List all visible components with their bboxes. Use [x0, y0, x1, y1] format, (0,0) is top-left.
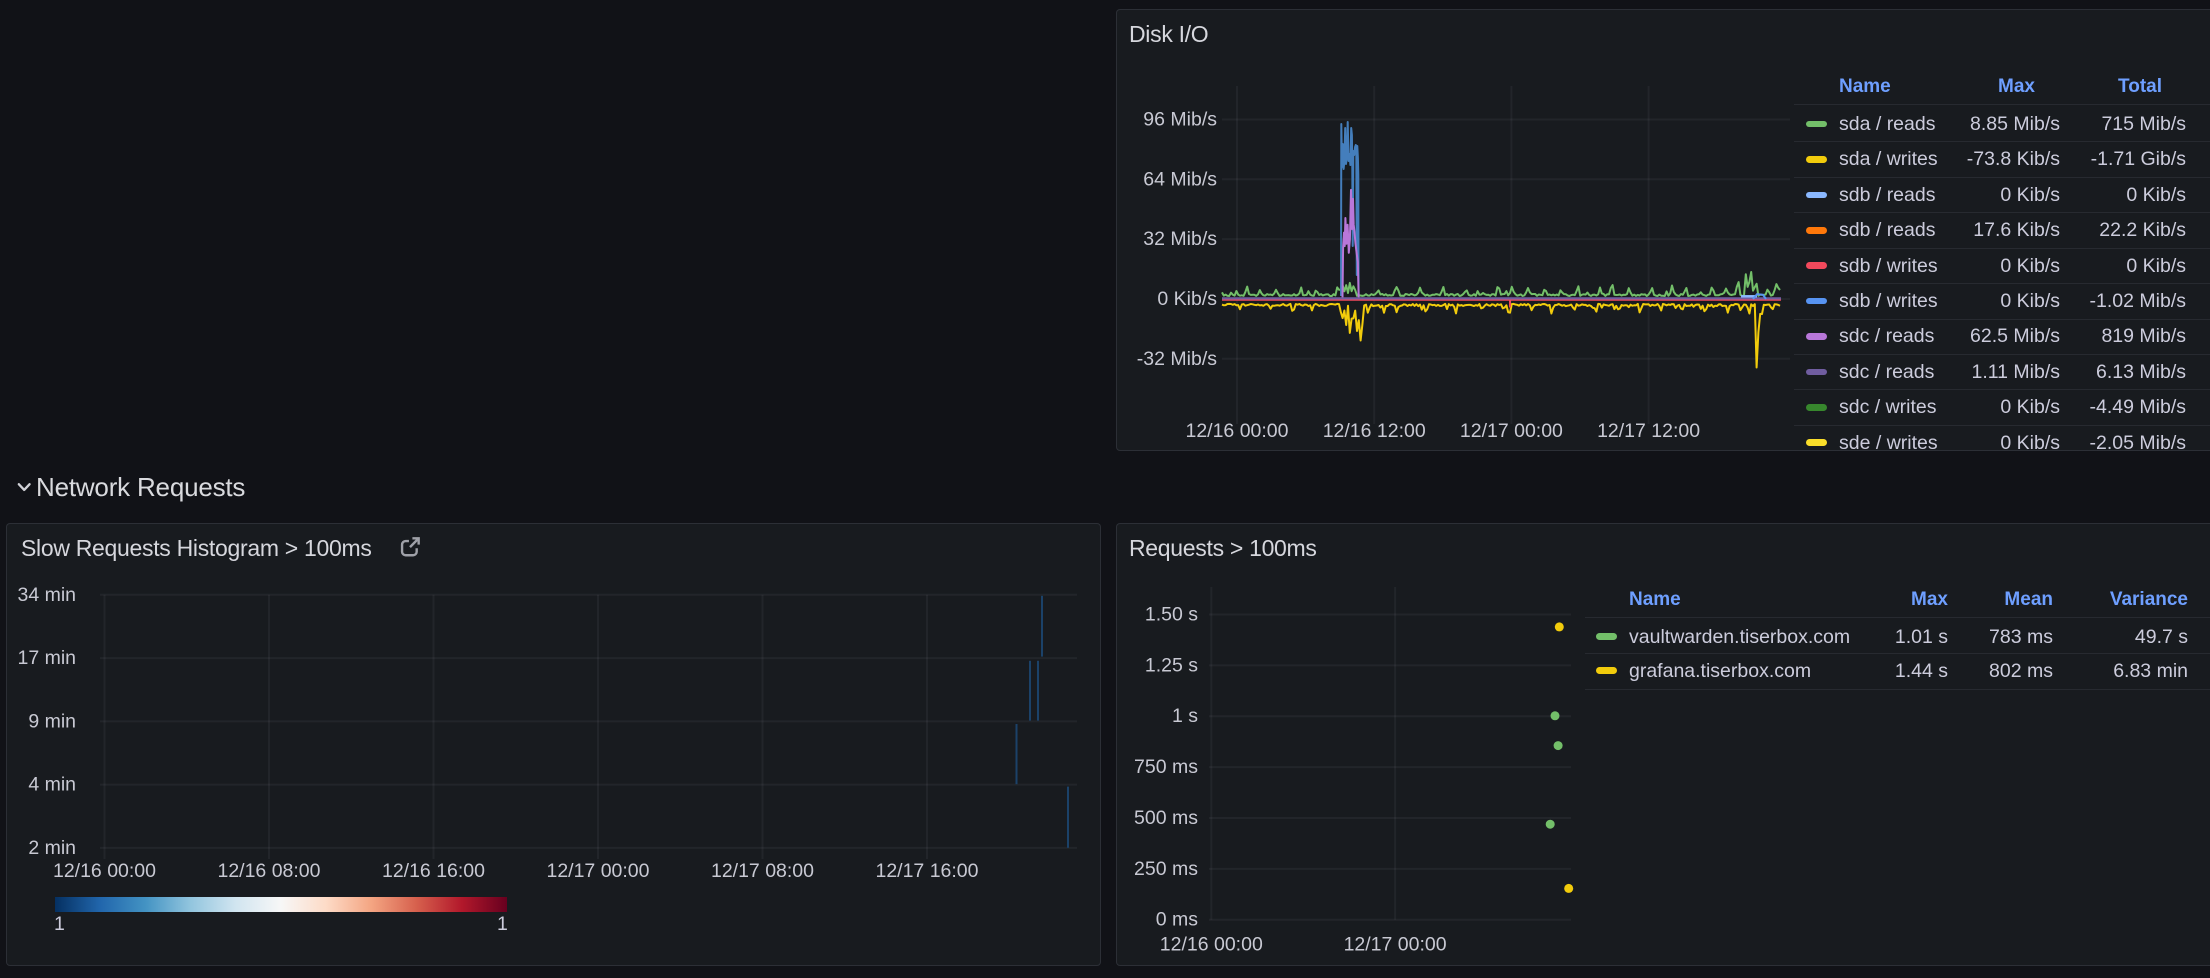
- svg-text:1.25 s: 1.25 s: [1145, 654, 1198, 676]
- svg-text:250 ms: 250 ms: [1134, 858, 1198, 880]
- svg-text:12/17 00:00: 12/17 00:00: [1460, 420, 1563, 442]
- svg-text:12/17 00:00: 12/17 00:00: [546, 860, 649, 882]
- svg-text:4 min: 4 min: [28, 774, 76, 796]
- svg-text:1.50 s: 1.50 s: [1145, 604, 1198, 626]
- svg-text:96 Mib/s: 96 Mib/s: [1143, 109, 1217, 131]
- svg-text:500 ms: 500 ms: [1134, 807, 1198, 829]
- svg-text:12/16 00:00: 12/16 00:00: [1185, 420, 1288, 442]
- svg-text:0 ms: 0 ms: [1156, 909, 1199, 931]
- svg-text:750 ms: 750 ms: [1134, 756, 1198, 778]
- svg-text:12/16 00:00: 12/16 00:00: [53, 860, 156, 882]
- svg-text:12/17 12:00: 12/17 12:00: [1597, 420, 1700, 442]
- svg-text:12/16 00:00: 12/16 00:00: [1160, 934, 1263, 956]
- svg-text:2 min: 2 min: [28, 837, 76, 859]
- svg-text:32 Mib/s: 32 Mib/s: [1143, 228, 1217, 250]
- svg-text:12/16 12:00: 12/16 12:00: [1323, 420, 1426, 442]
- svg-text:12/16 16:00: 12/16 16:00: [382, 860, 485, 882]
- svg-text:-32 Mib/s: -32 Mib/s: [1137, 348, 1217, 370]
- svg-text:17 min: 17 min: [17, 647, 76, 669]
- svg-text:34 min: 34 min: [17, 584, 76, 606]
- svg-text:64 Mib/s: 64 Mib/s: [1143, 168, 1217, 190]
- svg-text:12/17 00:00: 12/17 00:00: [1344, 934, 1447, 956]
- svg-text:9 min: 9 min: [28, 710, 76, 732]
- svg-text:12/16 08:00: 12/16 08:00: [217, 860, 320, 882]
- svg-text:1 s: 1 s: [1172, 705, 1198, 727]
- svg-text:12/17 08:00: 12/17 08:00: [711, 860, 814, 882]
- svg-text:12/17 16:00: 12/17 16:00: [875, 860, 978, 882]
- svg-text:0 Kib/s: 0 Kib/s: [1157, 288, 1217, 310]
